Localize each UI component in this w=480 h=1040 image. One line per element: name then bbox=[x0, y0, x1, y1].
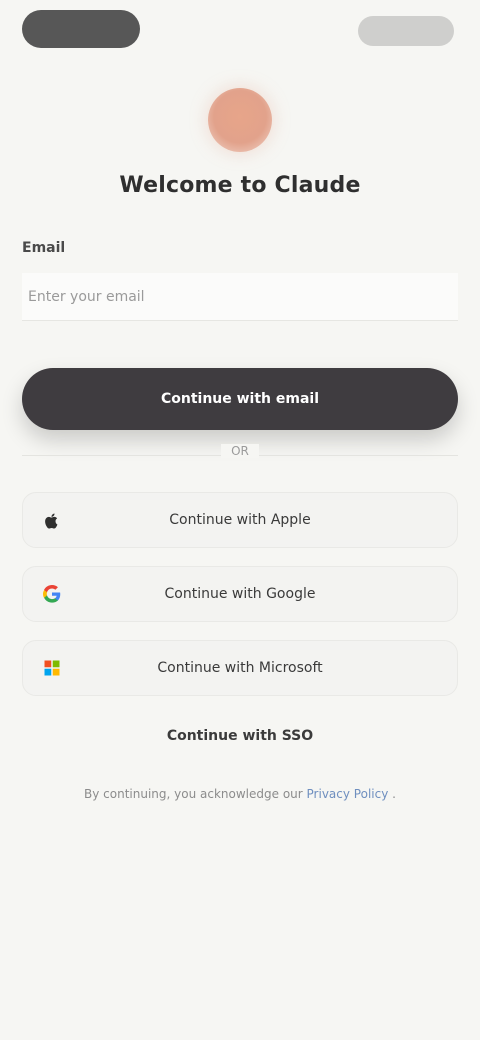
email-field[interactable] bbox=[22, 273, 458, 321]
top-left-pill[interactable] bbox=[22, 10, 140, 48]
sso-link[interactable]: Continue with SSO bbox=[0, 728, 480, 744]
terms-text: By continuing, you acknowledge our Priva… bbox=[40, 786, 440, 802]
continue-with-microsoft-label: Continue with Microsoft bbox=[157, 660, 323, 676]
top-right-pill bbox=[358, 16, 454, 46]
google-icon bbox=[41, 583, 63, 605]
continue-with-microsoft-button[interactable]: Continue with Microsoft bbox=[22, 640, 458, 696]
apple-icon bbox=[41, 509, 63, 531]
logo bbox=[208, 88, 272, 152]
terms-suffix: . bbox=[392, 787, 396, 801]
continue-with-google-button[interactable]: Continue with Google bbox=[22, 566, 458, 622]
continue-with-apple-button[interactable]: Continue with Apple bbox=[22, 492, 458, 548]
microsoft-icon bbox=[41, 657, 63, 679]
continue-with-google-label: Continue with Google bbox=[164, 586, 316, 602]
terms-prefix: By continuing, you acknowledge our bbox=[84, 787, 307, 801]
divider-text-label: OR bbox=[221, 444, 259, 458]
continue-with-apple-label: Continue with Apple bbox=[169, 512, 311, 528]
privacy-policy-link[interactable]: Privacy Policy bbox=[307, 787, 389, 801]
page-title: Welcome to Claude bbox=[119, 173, 361, 198]
email-label: Email bbox=[22, 240, 66, 256]
continue-with-email-button[interactable]: Continue with email bbox=[22, 368, 458, 430]
divider-text: OR bbox=[0, 444, 480, 458]
